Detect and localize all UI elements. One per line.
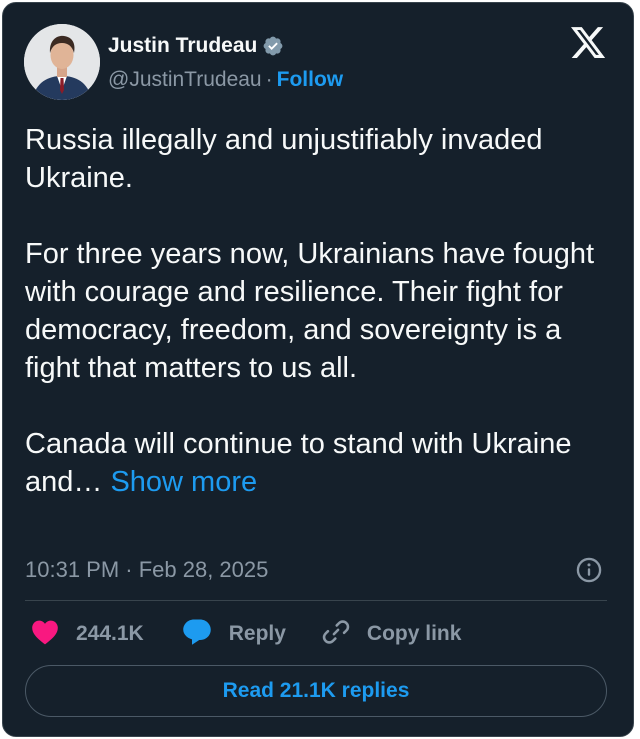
author-handle[interactable]: @JustinTrudeau bbox=[108, 66, 262, 94]
tweet-paragraph-3: Canada will continue to stand with Ukrai… bbox=[25, 428, 580, 498]
tweet-meta-row: 10:31 PM · Feb 28, 2025 bbox=[25, 553, 603, 587]
show-more-link[interactable]: Show more bbox=[110, 466, 257, 498]
copy-link-label: Copy link bbox=[366, 622, 462, 645]
tweet-text: Russia illegally and unjustifiably invad… bbox=[25, 121, 615, 501]
divider bbox=[25, 600, 607, 601]
verified-badge-icon bbox=[262, 35, 284, 57]
heart-icon bbox=[31, 619, 59, 650]
author-handle-row: @JustinTrudeau · Follow bbox=[108, 66, 343, 94]
reply-label: Reply bbox=[228, 622, 286, 645]
x-logo-icon[interactable] bbox=[569, 25, 607, 61]
reply-bubble-icon bbox=[182, 618, 212, 651]
tweet-timestamp[interactable]: 10:31 PM · Feb 28, 2025 bbox=[25, 555, 268, 585]
tweet-header: Justin Trudeau @JustinTrudeau · Follow bbox=[3, 3, 633, 103]
tweet-actions: 244.1K Reply Copy link bbox=[31, 616, 461, 652]
tweet-paragraph-2: For three years now, Ukrainians have fou… bbox=[25, 238, 603, 384]
link-icon bbox=[322, 618, 350, 651]
avatar[interactable] bbox=[24, 24, 100, 100]
follow-button[interactable]: Follow bbox=[277, 66, 344, 94]
handle-separator: · bbox=[265, 68, 273, 91]
copy-link-button[interactable]: Copy link bbox=[322, 618, 462, 651]
info-icon[interactable] bbox=[575, 556, 603, 584]
author-display-name[interactable]: Justin Trudeau bbox=[108, 32, 257, 60]
read-replies-label: Read 21.1K replies bbox=[222, 679, 410, 702]
like-count: 244.1K bbox=[76, 622, 144, 645]
like-button[interactable]: 244.1K bbox=[31, 619, 144, 650]
reply-button[interactable]: Reply bbox=[182, 618, 286, 651]
avatar-image bbox=[24, 24, 100, 100]
tweet-paragraph-1: Russia illegally and unjustifiably invad… bbox=[25, 124, 551, 194]
tweet-card: Justin Trudeau @JustinTrudeau · Follow R… bbox=[2, 2, 634, 737]
author-name-row: Justin Trudeau bbox=[108, 32, 284, 60]
read-replies-button[interactable]: Read 21.1K replies bbox=[25, 665, 607, 717]
